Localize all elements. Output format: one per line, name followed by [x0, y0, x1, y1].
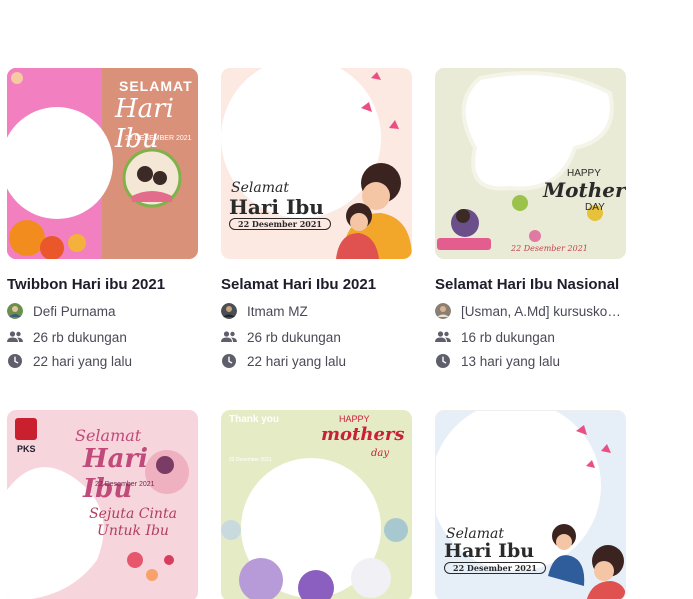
- thumb-heading: Selamat: [231, 180, 289, 196]
- thumb-subheading: Hari Ibu: [444, 540, 535, 562]
- campaign-author[interactable]: [Usman, A.Md] kursuskomputerdankonsultan…: [435, 303, 635, 319]
- time-ago: 22 hari yang lalu: [7, 353, 207, 369]
- thumb-subheading: Hari Ibu: [83, 444, 148, 504]
- thumb-date: 22 Desember 2021: [511, 244, 588, 253]
- thumb-brand: PKS: [17, 444, 36, 454]
- thumb-subheading: mothers: [321, 424, 405, 445]
- campaign-thumbnail[interactable]: Selamat Hari Ibu 22 Desember 2021: [435, 410, 626, 599]
- thumb-quote: Thank you: [229, 414, 280, 425]
- thumb-tagline: Sejuta Cinta Untuk Ibu: [89, 506, 177, 539]
- thumb-heading: HAPPY: [339, 414, 370, 424]
- author-name: [Usman, A.Md] kursuskomputerdankonsultan…: [461, 303, 631, 319]
- avatar: [221, 303, 237, 319]
- thumb-subheading: Hari Ibu: [115, 94, 174, 154]
- clock-icon: [221, 353, 237, 369]
- time-ago: 22 hari yang lalu: [221, 353, 421, 369]
- thumb-heading: Selamat: [75, 426, 142, 445]
- campaign-thumbnail[interactable]: HAPPY Mother's DAY 22 Desember 2021: [435, 68, 626, 259]
- support-count: 16 rb dukungan: [435, 329, 635, 345]
- campaign-thumbnail[interactable]: PKS Selamat Hari Ibu 22 Desember 2021 Se…: [7, 410, 198, 599]
- avatar: [435, 303, 451, 319]
- campaign-thumbnail[interactable]: SELAMAT Hari Ibu 22 DESEMBER 2021: [7, 68, 198, 259]
- thumb-date: 22 Desember 2021: [95, 481, 155, 488]
- thumb-subheading: Mother's: [543, 178, 626, 202]
- thumb-subheading: Hari Ibu: [229, 195, 324, 219]
- author-name: Itmam MZ: [247, 303, 308, 319]
- campaign-author[interactable]: Itmam MZ: [221, 303, 421, 319]
- thumb-subheading-2: DAY: [585, 202, 605, 213]
- avatar: [7, 303, 23, 319]
- campaign-card[interactable]: HAPPY Mother's DAY 22 Desember 2021 Sela…: [435, 68, 631, 369]
- campaign-card[interactable]: Selamat Hari Ibu 22 Desember 2021: [435, 410, 626, 599]
- campaign-card[interactable]: Thank you 22 Desember 2021 HAPPY mothers…: [221, 410, 412, 599]
- people-icon: [221, 329, 237, 345]
- campaign-thumbnail[interactable]: Selamat Hari Ibu 22 Desember 2021: [221, 68, 412, 259]
- campaign-title[interactable]: Selamat Hari Ibu 2021: [221, 276, 421, 293]
- people-icon: [435, 329, 451, 345]
- campaign-author[interactable]: Defi Purnama: [7, 303, 207, 319]
- author-name: Defi Purnama: [33, 303, 116, 319]
- thumb-date: 22 Desember 2021: [229, 218, 331, 230]
- campaign-card[interactable]: PKS Selamat Hari Ibu 22 Desember 2021 Se…: [7, 410, 198, 599]
- time-ago: 13 hari yang lalu: [435, 353, 635, 369]
- campaign-title[interactable]: Selamat Hari Ibu Nasional: [435, 276, 635, 293]
- thumb-subheading-2: day: [371, 448, 390, 459]
- clock-icon: [435, 353, 451, 369]
- campaign-card[interactable]: SELAMAT Hari Ibu 22 DESEMBER 2021 Twibbo…: [7, 68, 198, 369]
- people-icon: [7, 329, 23, 345]
- campaign-thumbnail[interactable]: Thank you 22 Desember 2021 HAPPY mothers…: [221, 410, 412, 599]
- clock-icon: [7, 353, 23, 369]
- campaign-title[interactable]: Twibbon Hari ibu 2021: [7, 276, 207, 293]
- thumb-date: 22 Desember 2021: [444, 562, 546, 574]
- campaign-card[interactable]: Selamat Hari Ibu 22 Desember 2021 Selama…: [221, 68, 412, 369]
- thumb-heading: SELAMAT: [119, 78, 193, 94]
- thumb-date: 22 Desember 2021: [229, 457, 272, 463]
- support-count: 26 rb dukungan: [221, 329, 421, 345]
- support-count: 26 rb dukungan: [7, 329, 207, 345]
- thumb-date: 22 DESEMBER 2021: [125, 135, 192, 142]
